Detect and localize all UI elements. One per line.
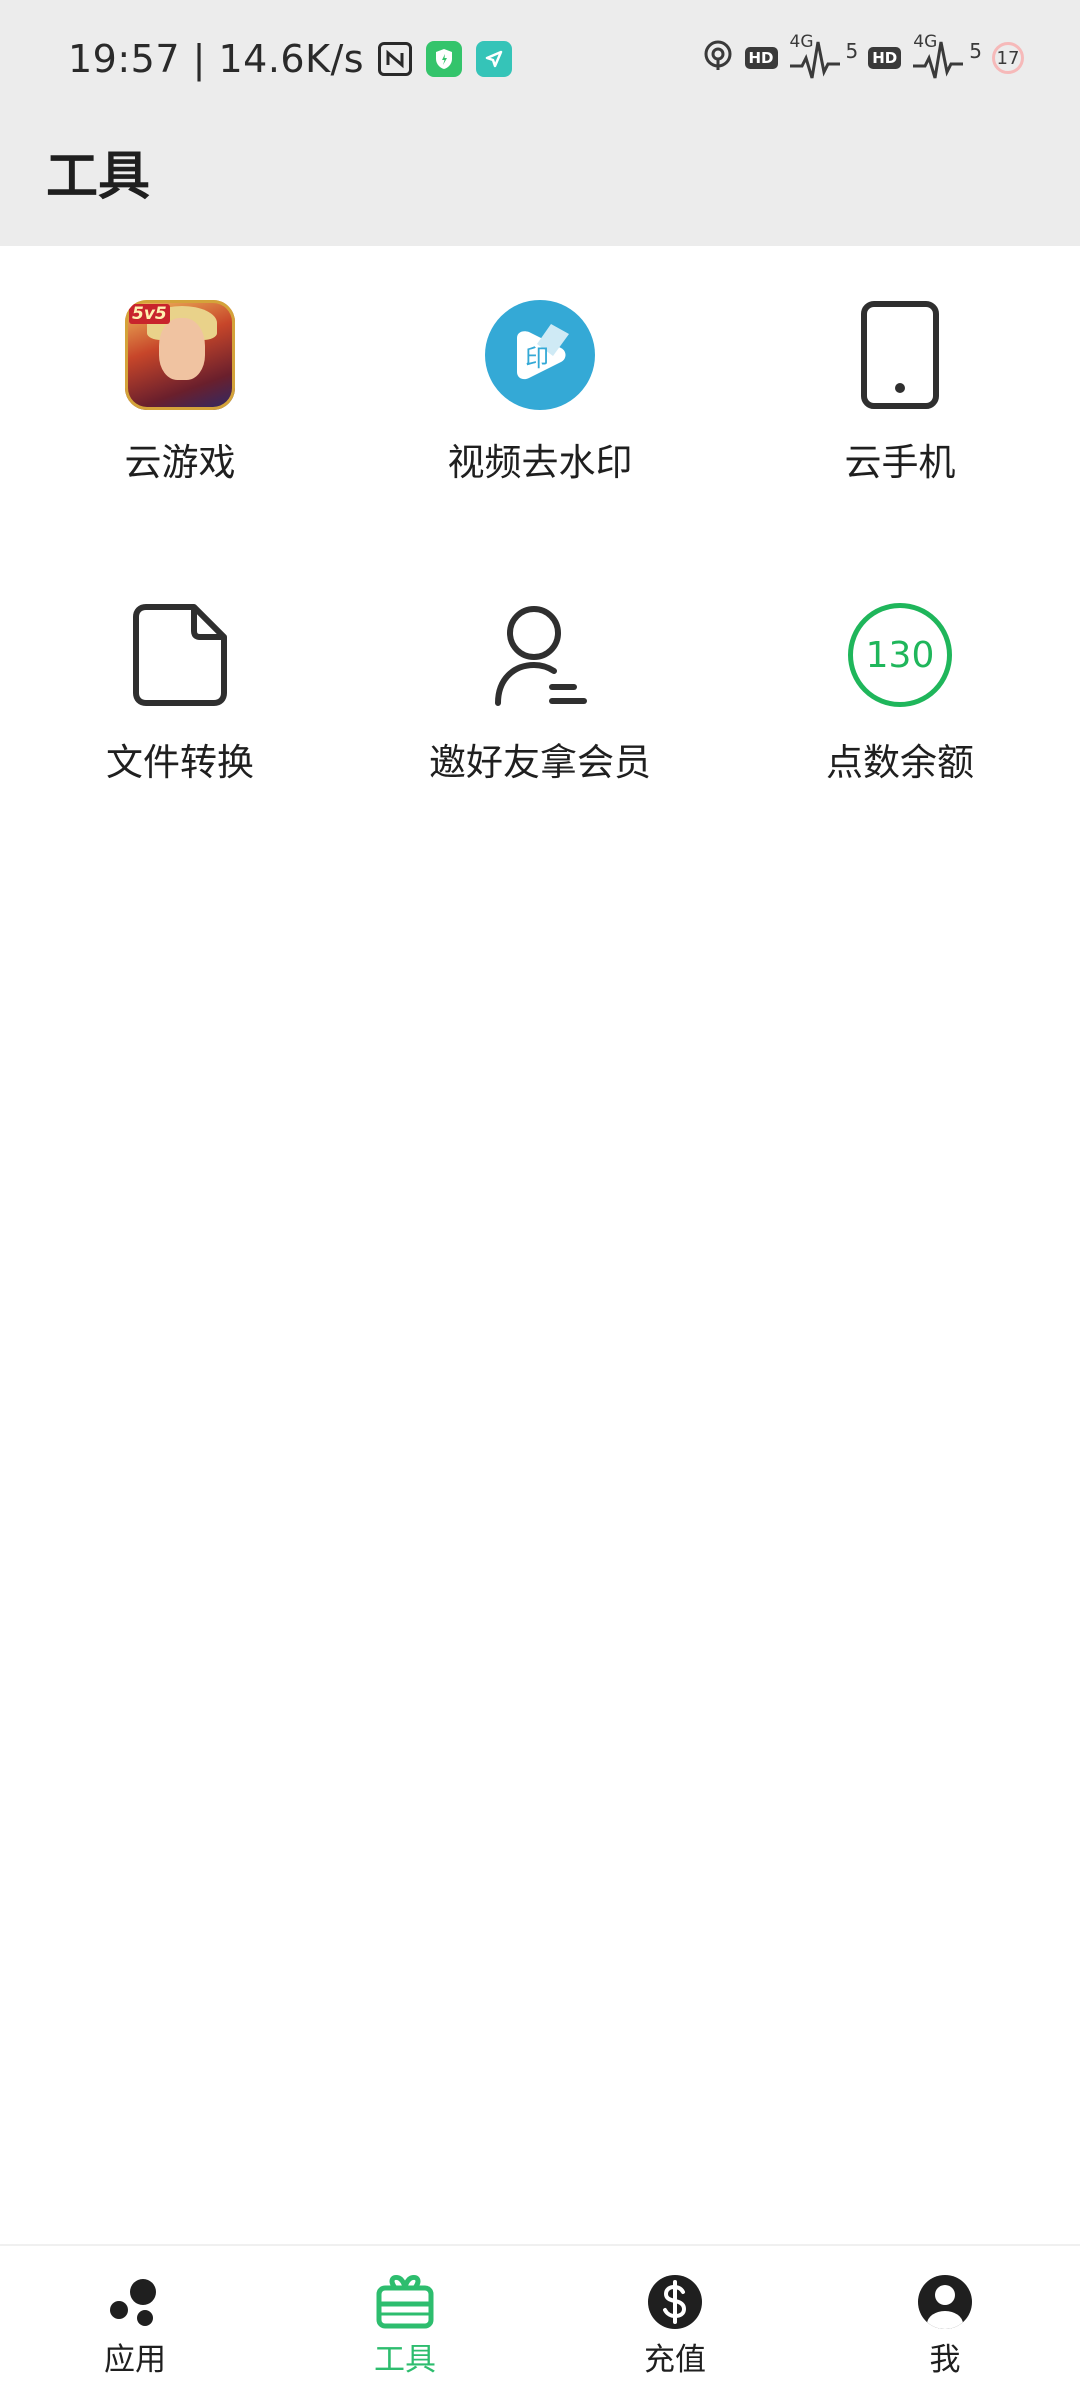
tool-label-cloud-game: 云游戏 [124, 441, 236, 484]
video-watermark-icon: 印 [485, 300, 595, 410]
dollar-icon [643, 2272, 707, 2332]
nav-label-recharge: 充值 [644, 2342, 706, 2378]
hotspot-icon [701, 39, 735, 77]
nav-item-tools[interactable]: 工具 [270, 2246, 540, 2402]
nav-item-apps[interactable]: 应用 [0, 2246, 270, 2402]
hd-tag-2: HD [868, 47, 902, 69]
apps-dots-icon [103, 2272, 167, 2332]
user-invite-icon [485, 600, 595, 710]
tool-video-watermark[interactable]: 印 视频去水印 [360, 246, 720, 546]
video-watermark-circle: 印 [485, 300, 595, 410]
game-badge: 5v5 [129, 304, 170, 324]
signal-group-1: 4G 5 [788, 30, 859, 86]
tool-invite-friends[interactable]: 邀好友拿会员 [360, 546, 720, 846]
tool-cloud-game[interactable]: 5v5 云游戏 [0, 246, 360, 546]
status-left: 19:57 | 14.6K/s [68, 34, 513, 84]
nav-item-me[interactable]: 我 [810, 2246, 1080, 2402]
hd-tag-1: HD [744, 47, 778, 69]
page-title: 工具 [46, 147, 151, 207]
signal-strength-1: 5 [845, 39, 859, 63]
status-time-speed: 19:57 | 14.6K/s [68, 37, 365, 81]
gift-box-icon [373, 2272, 437, 2332]
shield-app-icon [426, 41, 463, 77]
network-type-2: 4G [913, 32, 938, 52]
nav-item-recharge[interactable]: 充值 [540, 2246, 810, 2402]
tool-cloud-phone[interactable]: 云手机 [720, 246, 1080, 546]
tool-label-cloud-phone: 云手机 [844, 441, 956, 484]
tool-label-invite-friends: 邀好友拿会员 [429, 741, 651, 784]
tool-label-video-watermark: 视频去水印 [447, 441, 633, 484]
network-type-1: 4G [789, 32, 814, 52]
status-bar: 19:57 | 14.6K/s HD 4G 5 HD 4G 5 17 [0, 0, 1080, 118]
signal-strength-2: 5 [969, 39, 982, 63]
balance-value: 130 [848, 603, 952, 707]
navigation-app-icon [476, 41, 513, 77]
tool-points-balance[interactable]: 130 点数余额 [720, 546, 1080, 846]
video-watermark-glyph: 印 [525, 345, 549, 372]
game-app-artwork: 5v5 [125, 300, 235, 410]
tool-label-file-convert: 文件转换 [106, 741, 254, 784]
phone-icon [845, 300, 955, 410]
tool-file-convert[interactable]: 文件转换 [0, 546, 360, 846]
tools-grid: 5v5 云游戏 印 视频去水印 云手机 文件转换 邀好友拿会员 130 点数余额 [0, 246, 1080, 846]
signal-group-2: 4G 5 [911, 30, 982, 86]
nfc-icon [378, 42, 413, 76]
tool-label-points-balance: 点数余额 [826, 741, 974, 784]
nav-label-apps: 应用 [104, 2342, 166, 2378]
top-area: 19:57 | 14.6K/s HD 4G 5 HD 4G 5 17 工具 [0, 0, 1080, 246]
nav-label-tools: 工具 [374, 2342, 436, 2378]
nav-label-me: 我 [929, 2342, 961, 2378]
status-right: HD 4G 5 HD 4G 5 17 [701, 30, 1024, 86]
bottom-nav: 应用 工具 充值 我 [0, 2244, 1080, 2402]
balance-badge-icon: 130 [845, 600, 955, 710]
user-avatar-icon [913, 2272, 977, 2332]
file-icon [125, 600, 235, 710]
game-app-icon: 5v5 [125, 300, 235, 410]
battery-icon: 17 [992, 42, 1024, 74]
game-face-shape [159, 318, 205, 380]
